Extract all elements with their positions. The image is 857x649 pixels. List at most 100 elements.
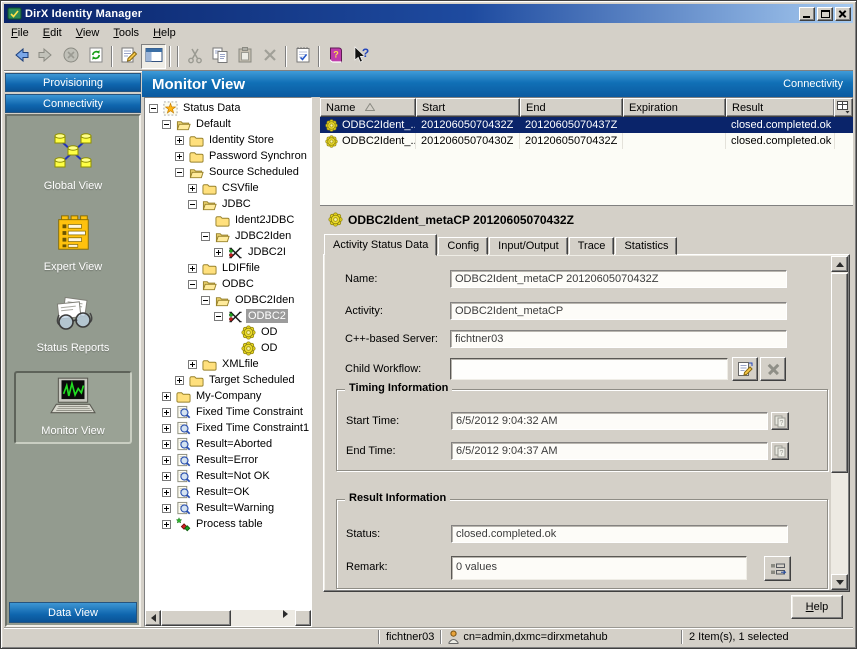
tree-item-xmlfile-16[interactable]: XMLfile bbox=[145, 356, 311, 372]
server-field[interactable]: fichtner03 bbox=[450, 330, 787, 348]
expand-plus-icon[interactable] bbox=[162, 488, 171, 497]
tree-item-fixed-time-constraint1-20[interactable]: Fixed Time Constraint1 bbox=[145, 420, 311, 436]
tree-horizontal-scrollbar[interactable] bbox=[145, 610, 311, 626]
expand-plus-icon[interactable] bbox=[162, 392, 171, 401]
menu-tools[interactable]: Tools bbox=[106, 25, 146, 41]
minimize-button[interactable] bbox=[799, 7, 815, 21]
tree-item-identity-store-2[interactable]: Identity Store bbox=[145, 132, 311, 148]
tab-config[interactable]: Config bbox=[438, 237, 488, 255]
toolbar-context-help-button[interactable]: ? bbox=[348, 44, 373, 69]
tab-trace[interactable]: Trace bbox=[569, 237, 615, 255]
tree-item-result-not-ok-23[interactable]: Result=Not OK bbox=[145, 468, 311, 484]
tree-item-fixed-time-constraint-19[interactable]: Fixed Time Constraint bbox=[145, 404, 311, 420]
sidebar-view-status-reports[interactable]: Status Reports bbox=[14, 290, 132, 359]
toolbar-properties-button[interactable] bbox=[116, 44, 141, 69]
expand-plus-icon[interactable] bbox=[175, 376, 184, 385]
remark-edit-button[interactable] bbox=[764, 556, 791, 581]
collapse-minus-icon[interactable] bbox=[201, 232, 210, 241]
scroll-up-button[interactable] bbox=[831, 256, 848, 272]
scroll-right-button[interactable] bbox=[295, 610, 311, 626]
scroll-down-button[interactable] bbox=[831, 574, 848, 590]
scroll-thumb[interactable] bbox=[161, 610, 231, 626]
end-time-field[interactable]: 6/5/2012 9:04:37 AM bbox=[451, 442, 768, 460]
column-header-name[interactable]: Name bbox=[320, 98, 416, 117]
tree-item-password-synchron-3[interactable]: Password Synchron bbox=[145, 148, 311, 164]
tree-splitter[interactable] bbox=[313, 97, 320, 627]
expand-plus-icon[interactable] bbox=[175, 136, 184, 145]
expand-plus-icon[interactable] bbox=[162, 472, 171, 481]
tree-item-od-14[interactable]: OD bbox=[145, 324, 311, 340]
collapse-minus-icon[interactable] bbox=[214, 312, 223, 321]
column-picker-button[interactable] bbox=[834, 98, 853, 117]
collapse-minus-icon[interactable] bbox=[188, 280, 197, 289]
remark-field[interactable]: 0 values bbox=[451, 556, 747, 580]
sidebar-tab-connectivity[interactable]: Connectivity bbox=[5, 94, 141, 113]
tree-item-ldiffile-10[interactable]: LDIFfile bbox=[145, 260, 311, 276]
tab-statistics[interactable]: Statistics bbox=[615, 237, 677, 255]
sidebar-view-expert-view[interactable]: Expert View bbox=[14, 209, 132, 278]
expand-plus-icon[interactable] bbox=[162, 520, 171, 529]
end-time-picker-button[interactable]: ? bbox=[771, 442, 789, 460]
tree-item-result-warning-25[interactable]: Result=Warning bbox=[145, 500, 311, 516]
tree-item-my-company-18[interactable]: My-Company bbox=[145, 388, 311, 404]
column-header-result[interactable]: Result bbox=[726, 98, 835, 117]
tab-input-output[interactable]: Input/Output bbox=[489, 237, 568, 255]
activity-field[interactable]: ODBC2Ident_metaCP bbox=[450, 302, 787, 320]
expand-plus-icon[interactable] bbox=[162, 456, 171, 465]
menu-edit[interactable]: Edit bbox=[36, 25, 69, 41]
expand-plus-icon[interactable] bbox=[188, 360, 197, 369]
expand-plus-icon[interactable] bbox=[175, 152, 184, 161]
toolbar-back-button[interactable] bbox=[8, 44, 33, 69]
expand-plus-icon[interactable] bbox=[162, 440, 171, 449]
tree-item-odbc-11[interactable]: ODBC bbox=[145, 276, 311, 292]
tree-item-od-15[interactable]: OD bbox=[145, 340, 311, 356]
tree-item-odbc2iden-12[interactable]: ODBC2Iden bbox=[145, 292, 311, 308]
status-field[interactable]: closed.completed.ok bbox=[451, 525, 788, 543]
tree-item-ident2jdbc-7[interactable]: Ident2JDBC bbox=[145, 212, 311, 228]
child-workflow-field[interactable] bbox=[450, 358, 728, 380]
sidebar-tab-data-view[interactable]: Data View bbox=[9, 602, 137, 623]
tree-item-jdbc2iden-8[interactable]: JDBC2Iden bbox=[145, 228, 311, 244]
expand-plus-icon[interactable] bbox=[188, 264, 197, 273]
title-bar[interactable]: DirX Identity Manager bbox=[4, 4, 853, 23]
collapse-minus-icon[interactable] bbox=[175, 168, 184, 177]
tree-item-target-scheduled-17[interactable]: Target Scheduled bbox=[145, 372, 311, 388]
tab-activity-status-data[interactable]: Activity Status Data bbox=[324, 234, 437, 256]
tree-item-result-aborted-21[interactable]: Result=Aborted bbox=[145, 436, 311, 452]
collapse-minus-icon[interactable] bbox=[149, 104, 158, 113]
tree-item-jdbc-6[interactable]: JDBC bbox=[145, 196, 311, 212]
sidebar-tab-provisioning[interactable]: Provisioning bbox=[5, 73, 141, 92]
tree-item-result-ok-24[interactable]: Result=OK bbox=[145, 484, 311, 500]
sidebar-view-global-view[interactable]: Global View bbox=[14, 128, 132, 197]
table-row-1[interactable]: ODBC2Ident_...20120605070430Z20120605070… bbox=[320, 133, 853, 149]
tree-item-csvfile-5[interactable]: CSVfile bbox=[145, 180, 311, 196]
toolbar-copy-button[interactable] bbox=[207, 44, 232, 69]
expand-plus-icon[interactable] bbox=[188, 184, 197, 193]
toolbar-notes-button[interactable] bbox=[290, 44, 315, 69]
table-row-0[interactable]: ODBC2Ident_...20120605070432Z20120605070… bbox=[320, 117, 853, 133]
menu-help[interactable]: Help bbox=[146, 25, 183, 41]
collapse-minus-icon[interactable] bbox=[188, 200, 197, 209]
toolbar-refresh-button[interactable] bbox=[83, 44, 108, 69]
scroll-left-button[interactable] bbox=[145, 610, 161, 626]
tree-item-source-scheduled-4[interactable]: Source Scheduled bbox=[145, 164, 311, 180]
tree-item-status-data-0[interactable]: Status Data bbox=[145, 100, 311, 116]
column-header-end[interactable]: End bbox=[520, 98, 623, 117]
collapse-minus-icon[interactable] bbox=[162, 120, 171, 129]
tree-item-odbc2-13[interactable]: ODBC2 bbox=[145, 308, 311, 324]
detail-vertical-scrollbar[interactable] bbox=[831, 256, 848, 590]
toolbar-panel-toggle-button[interactable] bbox=[141, 44, 166, 69]
sidebar-view-monitor-view[interactable]: Monitor View bbox=[14, 371, 132, 444]
column-header-expiration[interactable]: Expiration bbox=[623, 98, 726, 117]
expand-plus-icon[interactable] bbox=[162, 408, 171, 417]
toolbar-book-button[interactable]: ? bbox=[323, 44, 348, 69]
expand-plus-icon[interactable] bbox=[162, 504, 171, 513]
collapse-minus-icon[interactable] bbox=[201, 296, 210, 305]
name-field[interactable]: ODBC2Ident_metaCP 20120605070432Z bbox=[450, 270, 787, 288]
expand-plus-icon[interactable] bbox=[214, 248, 223, 257]
column-header-start[interactable]: Start bbox=[416, 98, 520, 117]
child-workflow-properties-button[interactable] bbox=[732, 357, 758, 381]
menu-view[interactable]: View bbox=[69, 25, 107, 41]
menu-file[interactable]: File bbox=[4, 25, 36, 41]
child-workflow-clear-button[interactable] bbox=[760, 357, 786, 381]
